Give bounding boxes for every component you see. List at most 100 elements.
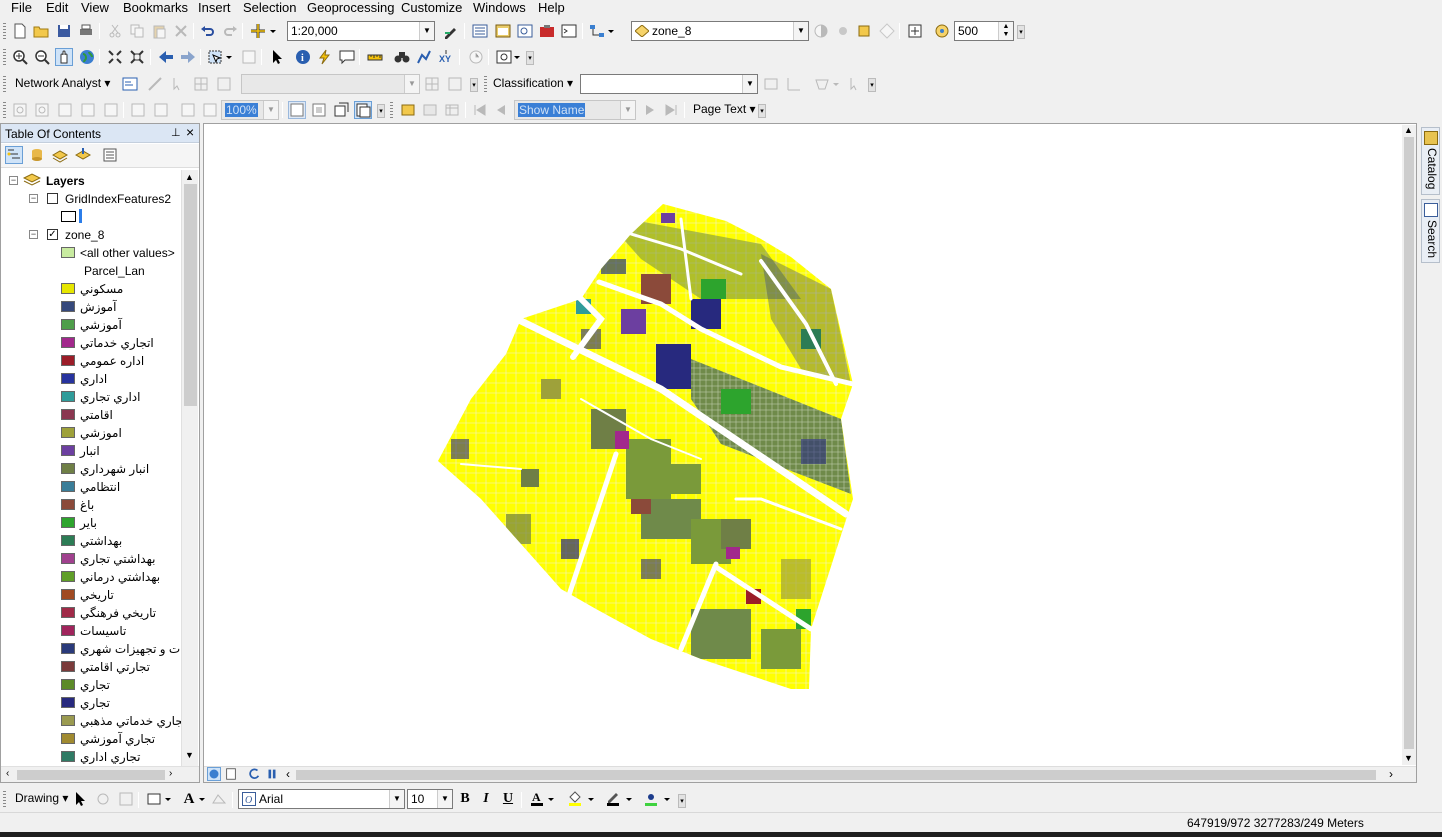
edit-vertices-icon[interactable] (210, 790, 228, 808)
classification-menu[interactable]: Classification ▾ (493, 76, 573, 90)
layout-fixed-zoom-in-icon[interactable] (129, 101, 147, 119)
gridindex-symbol-row[interactable] (1, 208, 181, 226)
find-binoculars-icon[interactable] (393, 48, 411, 66)
go-forward-icon[interactable] (179, 48, 197, 66)
bold-button[interactable]: B (456, 790, 474, 808)
solve-icon[interactable] (215, 75, 233, 93)
data-driven-pages-icon[interactable] (354, 101, 372, 119)
legend-class-row[interactable]: اتجاري خدماتي (1, 334, 181, 352)
swipe-icon[interactable] (856, 22, 874, 40)
add-data-dropdown-icon[interactable] (268, 22, 278, 40)
font-size-combo[interactable]: 10 ▼ (407, 789, 453, 809)
toolbar-grip[interactable] (484, 76, 487, 92)
modelbuilder-icon[interactable] (588, 22, 606, 40)
font-name-combo[interactable]: O Arial ▼ (238, 789, 405, 809)
data-view-icon[interactable] (207, 767, 221, 781)
focus-data-frame-icon[interactable] (310, 101, 328, 119)
toolbar-overflow-icon[interactable]: ▾ (526, 51, 534, 65)
layout-pan-icon[interactable] (56, 101, 74, 119)
legend-class-row[interactable]: اقامتي (1, 406, 181, 424)
fixed-zoom-in-icon[interactable] (106, 48, 124, 66)
scatterplots-icon[interactable] (785, 75, 803, 93)
zoom-out-icon[interactable] (33, 48, 51, 66)
brightness-icon[interactable] (834, 22, 852, 40)
list-by-source-icon[interactable] (28, 146, 46, 164)
tolerance-spinner[interactable]: 500 ▲ ▼ (954, 21, 1014, 41)
print-icon[interactable] (77, 22, 95, 40)
find-route-icon[interactable] (415, 48, 433, 66)
zoom-in-icon[interactable] (11, 48, 29, 66)
text-dropdown-icon[interactable] (197, 790, 207, 808)
time-slider-icon[interactable] (467, 48, 485, 66)
search-dock-tab[interactable]: Search (1421, 199, 1440, 263)
class-all-other-values[interactable]: <all other values> (1, 244, 181, 262)
zoom-to-selected-icon[interactable] (117, 790, 135, 808)
legend-class-row[interactable]: بهداشتي (1, 532, 181, 550)
draw-polygon-icon[interactable] (813, 75, 831, 93)
clear-selection-icon[interactable] (240, 48, 258, 66)
toolbar-grip[interactable] (3, 102, 6, 118)
fill-color-bucket-icon[interactable] (566, 789, 584, 807)
select-move-location-icon[interactable] (169, 75, 187, 93)
chevron-down-icon[interactable]: ▼ (620, 101, 635, 119)
zoom-whole-page-icon[interactable] (79, 101, 97, 119)
python-window-icon[interactable] (560, 22, 578, 40)
line-color-pen-icon[interactable] (604, 789, 622, 807)
layer-visibility-checkbox[interactable]: ✓ (47, 229, 58, 240)
contrast-icon[interactable] (812, 22, 830, 40)
legend-class-row[interactable]: انتظامي (1, 478, 181, 496)
table-of-contents-icon[interactable] (471, 22, 489, 40)
menu-file[interactable]: File (11, 0, 32, 16)
network-analyst-menu[interactable]: Network Analyst ▾ (15, 76, 110, 90)
viewer-dropdown-icon[interactable] (512, 48, 522, 66)
toggle-draft-mode-icon[interactable] (288, 101, 306, 119)
toolbar-grip[interactable] (3, 76, 6, 92)
scroll-down-icon[interactable]: ▼ (185, 750, 194, 760)
toolbar-overflow-icon[interactable]: ▾ (758, 104, 766, 118)
marker-color-icon[interactable] (642, 789, 660, 807)
pan-hand-icon[interactable] (55, 48, 73, 66)
collapse-icon[interactable]: − (29, 230, 38, 239)
first-page-icon[interactable] (471, 101, 489, 119)
menu-customize[interactable]: Customize (401, 0, 462, 16)
chevron-down-icon[interactable]: ▼ (404, 75, 419, 93)
refresh-view-icon[interactable] (247, 767, 261, 781)
full-extent-globe-icon[interactable] (78, 48, 96, 66)
map-scale-combo[interactable]: 1:20,000 ▼ (287, 21, 435, 41)
select-elements-icon[interactable] (71, 790, 89, 808)
search-window-icon[interactable] (516, 22, 534, 40)
legend-class-row[interactable]: مسکوني (1, 280, 181, 298)
layer-visibility-checkbox[interactable] (47, 193, 58, 204)
previous-page-icon[interactable] (492, 101, 510, 119)
layers-root[interactable]: − Layers (1, 172, 181, 190)
undo-icon[interactable] (199, 22, 217, 40)
change-layout-icon[interactable] (332, 101, 350, 119)
editor-toolbar-icon[interactable] (442, 22, 460, 40)
scroll-thumb[interactable] (184, 184, 197, 406)
legend-class-row[interactable]: تجاري آموزشي (1, 730, 181, 748)
legend-class-row[interactable]: انبار (1, 442, 181, 460)
legend-class-row[interactable]: آموزش (1, 298, 181, 316)
create-network-location-icon[interactable] (146, 75, 164, 93)
toolbar-grip[interactable] (390, 102, 393, 118)
layout-forward-extent-icon[interactable] (201, 101, 219, 119)
last-page-icon[interactable] (662, 101, 680, 119)
toolbar-overflow-icon[interactable]: ▾ (678, 794, 686, 808)
toolbar-grip[interactable] (3, 23, 6, 39)
redo-icon[interactable] (221, 22, 239, 40)
legend-class-row[interactable]: اموزشي (1, 424, 181, 442)
pin-icon[interactable]: ⊥ (171, 126, 181, 139)
italic-button[interactable]: I (477, 790, 495, 808)
flicker-icon[interactable] (878, 22, 896, 40)
list-by-visibility-icon[interactable] (51, 146, 69, 164)
layout-fixed-zoom-out-icon[interactable] (152, 101, 170, 119)
network-export-icon[interactable] (446, 75, 464, 93)
menu-view[interactable]: View (81, 0, 109, 16)
layout-zoom-out-icon[interactable] (33, 101, 51, 119)
select-dropdown-icon[interactable] (224, 48, 234, 66)
layer-row-zone8[interactable]: − ✓ zone_8 (1, 226, 181, 244)
close-icon[interactable]: × (186, 124, 194, 140)
new-text-icon[interactable]: A (180, 790, 198, 808)
toolbar-overflow-icon[interactable]: ▾ (868, 78, 876, 92)
menu-help[interactable]: Help (538, 0, 565, 16)
